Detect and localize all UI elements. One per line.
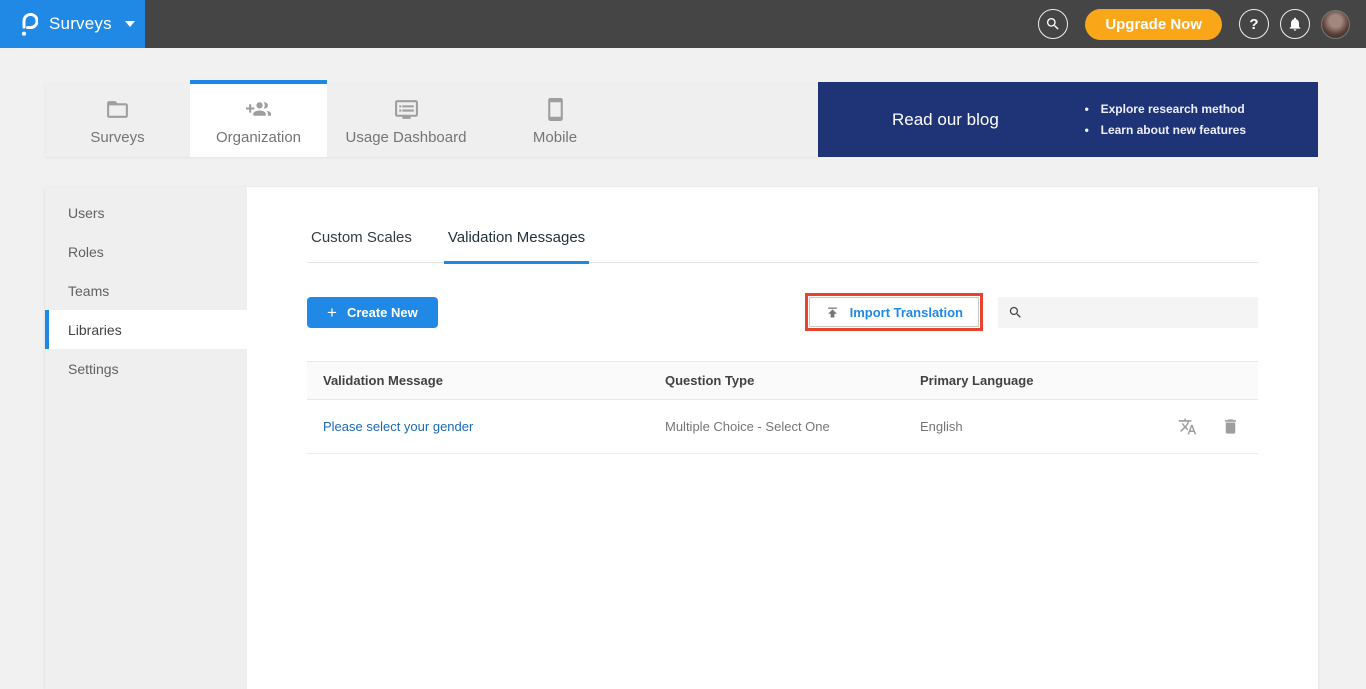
main-card: Users Roles Teams Libraries Settings Cus… [45,187,1318,689]
search-button[interactable] [1038,9,1068,39]
create-new-label: Create New [347,305,418,320]
folder-icon [105,97,130,122]
topbar: Surveys Upgrade Now ? [0,0,1366,48]
group-add-icon [246,97,271,122]
bell-icon [1287,16,1303,32]
column-header-primary-language: Primary Language [904,362,1138,399]
tab-validation-messages[interactable]: Validation Messages [444,229,589,264]
table-search [998,297,1258,328]
table-header: Validation Message Question Type Primary… [307,361,1258,400]
module-nav-row: Surveys Organization Usage Dashboard Mob… [45,82,1318,157]
chevron-down-icon [125,21,135,27]
plus-icon: + [327,304,337,321]
blog-bullet: Explore research method [1085,99,1246,120]
search-icon [1008,305,1023,320]
user-avatar[interactable] [1321,10,1350,39]
upgrade-now-button[interactable]: Upgrade Now [1085,9,1222,40]
sidebar-item-teams[interactable]: Teams [45,271,247,310]
sidebar-item-users[interactable]: Users [45,193,247,232]
product-switcher[interactable]: Surveys [0,0,145,48]
blog-banner-title: Read our blog [892,110,999,130]
tab-custom-scales[interactable]: Custom Scales [307,229,416,264]
library-tabs: Custom Scales Validation Messages [307,187,1258,263]
translate-icon[interactable] [1178,417,1197,436]
help-button[interactable]: ? [1239,9,1269,39]
column-header-validation-message: Validation Message [307,362,649,399]
smartphone-icon [543,97,568,122]
upload-icon [825,305,840,320]
search-icon [1045,16,1061,32]
search-input[interactable] [1031,297,1258,328]
module-tabs: Surveys Organization Usage Dashboard Mob… [45,82,818,157]
sidebar-item-settings[interactable]: Settings [45,349,247,388]
app-title: Surveys [49,14,112,34]
primary-language-cell: English [904,402,1138,451]
module-tab-label: Surveys [90,129,144,146]
sidebar-item-roles[interactable]: Roles [45,232,247,271]
module-tab-mobile[interactable]: Mobile [485,82,625,157]
column-header-actions [1138,370,1258,392]
settings-sidebar: Users Roles Teams Libraries Settings [45,187,247,689]
blog-bullet: Learn about new features [1085,120,1246,141]
module-tab-label: Organization [216,129,301,146]
notifications-button[interactable] [1280,9,1310,39]
libraries-content: Custom Scales Validation Messages + Crea… [247,187,1318,689]
module-tab-label: Mobile [533,129,577,146]
create-new-button[interactable]: + Create New [307,297,438,328]
toolbar: + Create New Import Translation [307,293,1258,331]
row-actions [1138,400,1258,453]
column-header-question-type: Question Type [649,362,904,399]
blog-banner-bullets: Explore research method Learn about new … [1085,99,1246,141]
import-translation-label: Import Translation [850,305,963,320]
module-tab-surveys[interactable]: Surveys [45,82,190,157]
module-tab-usage-dashboard[interactable]: Usage Dashboard [327,82,485,157]
sidebar-item-libraries[interactable]: Libraries [45,310,247,349]
module-tab-label: Usage Dashboard [346,129,467,146]
module-tab-organization[interactable]: Organization [190,80,327,157]
toolbar-right: Import Translation [805,293,1258,331]
blog-banner[interactable]: Read our blog Explore research method Le… [818,82,1318,157]
import-translation-button[interactable]: Import Translation [809,297,979,327]
questionpro-logo-icon [17,11,38,38]
delete-icon[interactable] [1221,417,1240,436]
topbar-actions: Upgrade Now ? [1038,0,1350,48]
annotation-highlight-box: Import Translation [805,293,983,331]
question-type-cell: Multiple Choice - Select One [649,402,904,451]
table-row: Please select your gender Multiple Choic… [307,400,1258,454]
validation-message-link[interactable]: Please select your gender [307,402,649,451]
validation-messages-table: Validation Message Question Type Primary… [307,361,1258,454]
dashboard-screen-icon [394,97,419,122]
